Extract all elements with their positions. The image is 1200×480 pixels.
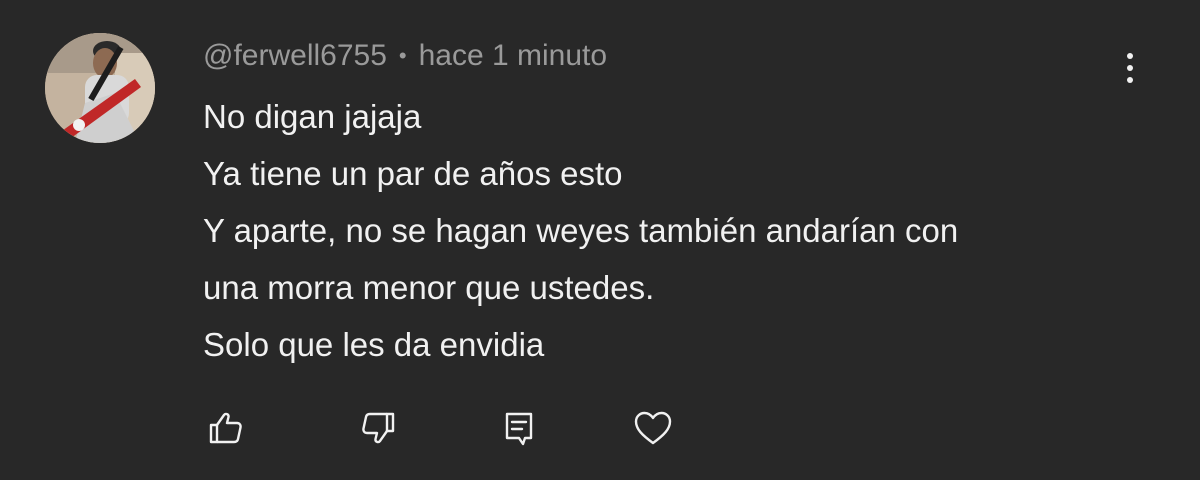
more-vertical-icon-dot-2 xyxy=(1127,65,1133,71)
more-options-button[interactable] xyxy=(1112,44,1148,92)
avatar-photo xyxy=(45,33,155,143)
comment-line: una morra menor que ustedes. xyxy=(203,269,655,306)
comment-line: Solo que les da envidia xyxy=(203,326,545,363)
author-name[interactable]: @ferwell6755 xyxy=(203,39,387,73)
heart-button[interactable] xyxy=(629,400,677,456)
meta-separator: • xyxy=(398,43,407,68)
comment-line: Y aparte, no se hagan weyes también anda… xyxy=(203,212,959,249)
comment-reply-icon xyxy=(505,412,533,446)
thumbs-down-icon xyxy=(362,412,395,444)
reply-button[interactable] xyxy=(495,400,543,456)
like-button[interactable] xyxy=(201,400,249,456)
comment-actions xyxy=(0,400,1200,460)
comment-text: No digan jajaja Ya tiene un par de años … xyxy=(203,88,1163,373)
more-vertical-icon-dot-3 xyxy=(1127,77,1133,83)
comment-line: Ya tiene un par de años esto xyxy=(203,155,623,192)
avatar[interactable] xyxy=(45,33,155,143)
comment-timestamp[interactable]: hace 1 minuto xyxy=(419,39,607,73)
dislike-button[interactable] xyxy=(355,400,403,456)
comment-line: No digan jajaja xyxy=(203,98,422,135)
comment-meta: @ferwell6755 • hace 1 minuto xyxy=(203,36,607,76)
thumbs-up-icon xyxy=(209,412,242,444)
heart-icon xyxy=(634,411,672,445)
comment-card: @ferwell6755 • hace 1 minuto No digan ja… xyxy=(0,0,1200,480)
more-vertical-icon xyxy=(1127,53,1133,59)
